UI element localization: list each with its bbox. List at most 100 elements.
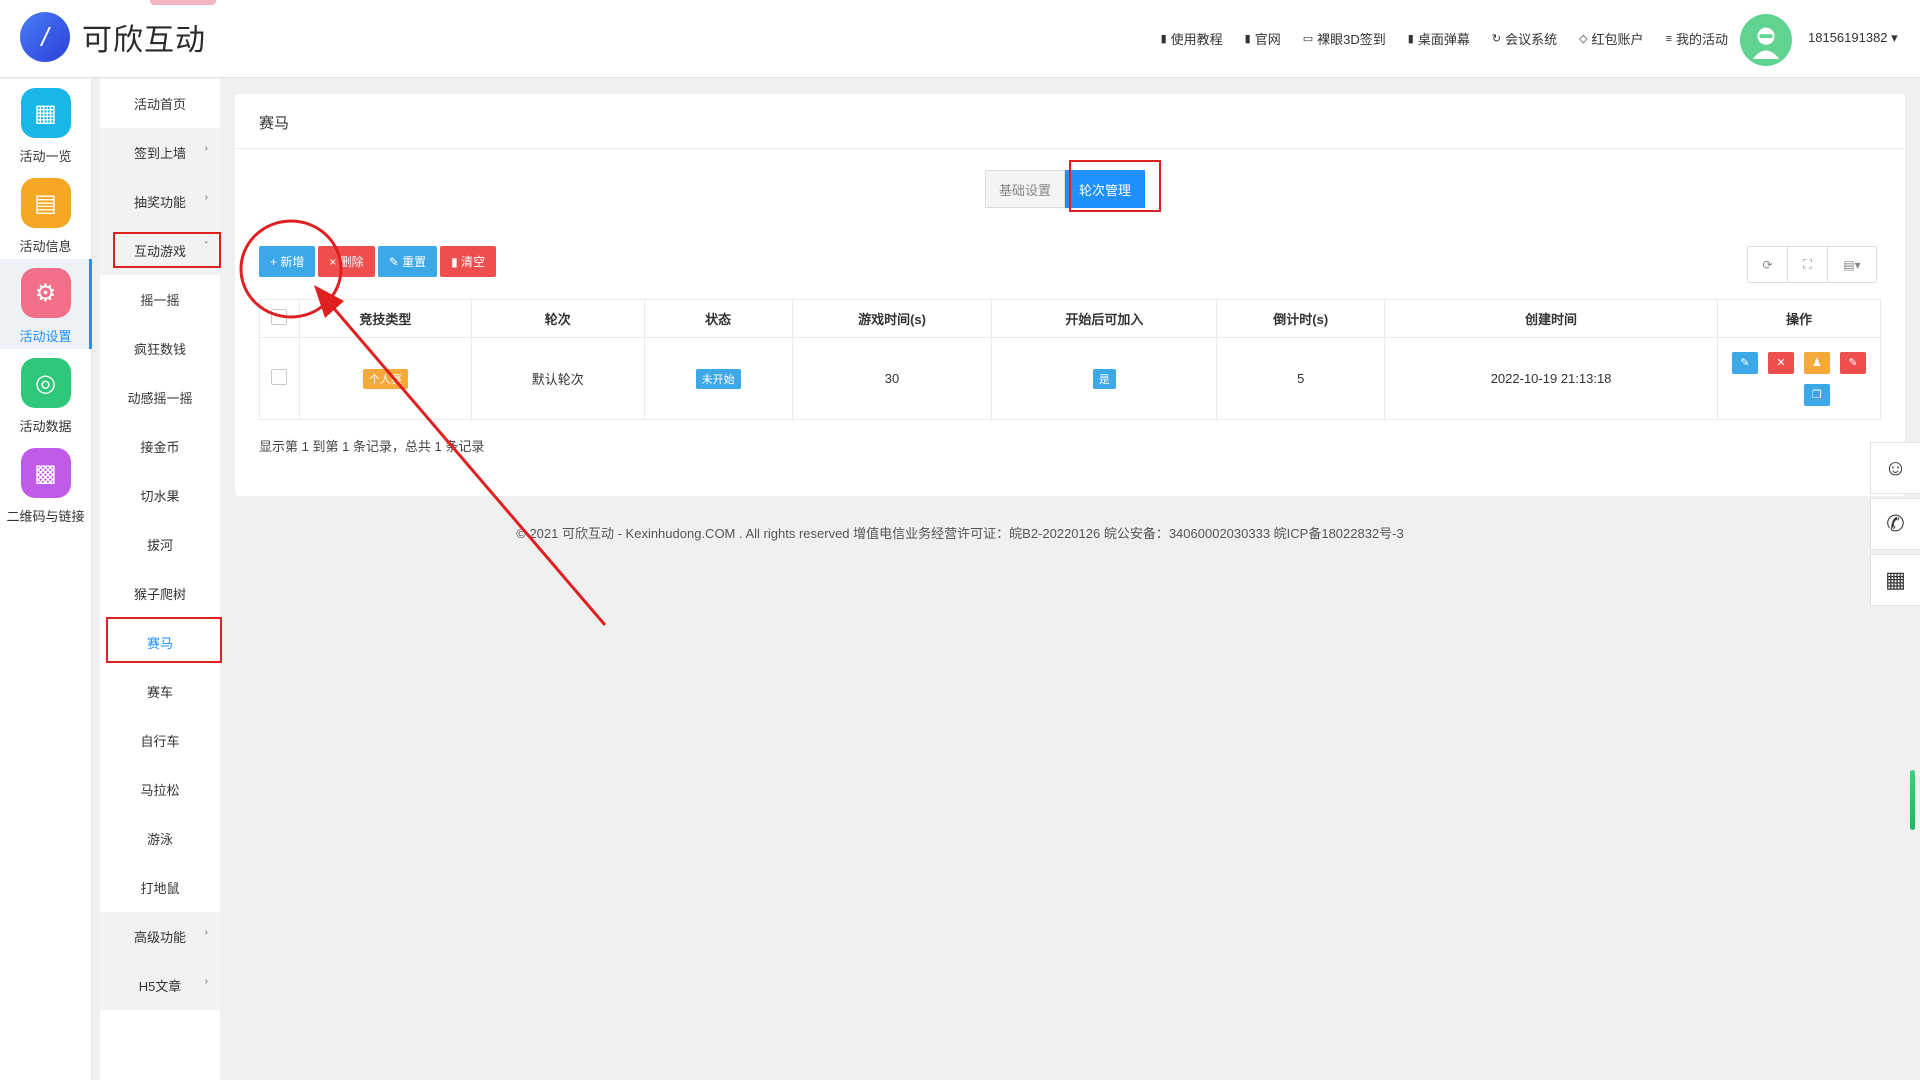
top-bar: / 可欣互动 ▮ 使用教程 ▮ 官网 ▭ 裸眼3D签到 ▮ 桌面弹幕 ↻ 会议系统 ◇ 红包…: [0, 0, 1920, 78]
copy-icon[interactable]: ❐: [1803, 383, 1830, 406]
document-icon: ▮: [1407, 33, 1414, 45]
sub-item-dynamic-shake[interactable]: 动感摇一摇: [100, 373, 220, 422]
row-select-cell: [259, 337, 300, 420]
col-status[interactable]: 状态: [643, 299, 793, 338]
app-title: 可欣互动: [82, 24, 206, 57]
reset-icon[interactable]: ✎: [1839, 351, 1866, 374]
tab-basic-settings[interactable]: 基础设置: [985, 170, 1066, 208]
rounds-table: 竞技类型 轮次 状态 游戏时间(s) 开始后可加入 倒计时(s) 创建时间 操作…: [259, 299, 1882, 420]
settings-tabs: 基础设置 轮次管理: [985, 170, 1146, 208]
sub-item-bicycle[interactable]: 自行车: [100, 716, 220, 765]
select-all-checkbox[interactable]: [271, 309, 288, 325]
gear-icon: ⚙: [20, 268, 71, 318]
sub-item-interactive-games[interactable]: 互动游戏 ˇ: [100, 226, 220, 275]
scrollbar-indicator[interactable]: [1910, 770, 1915, 830]
topnav-my-activity[interactable]: ≡ 我的活动: [1666, 29, 1728, 48]
sub-item-marathon[interactable]: 马拉松: [100, 765, 220, 814]
phone-icon[interactable]: ✆: [1870, 498, 1920, 550]
toolbar: + 新增 × 删除 ✎ 重置 ▮ 清空: [259, 246, 497, 277]
footer: © 2021 可欣互动 - Kexinhudong.COM . All righ…: [516, 526, 1404, 541]
row-checkbox[interactable]: [271, 369, 288, 385]
select-all-cell: [259, 299, 300, 338]
avatar[interactable]: [1740, 14, 1792, 66]
status-badge: 未开始: [695, 368, 741, 389]
sub-item-h5-article[interactable]: H5文章 ›: [100, 961, 220, 1010]
sidebar-item-activity-data[interactable]: ◎ 活动数据: [0, 349, 91, 439]
delete-button[interactable]: × 删除: [318, 246, 375, 277]
sidebar-item-activity-overview[interactable]: ▦ 活动一览: [0, 79, 91, 169]
divider: [235, 148, 1905, 149]
add-button[interactable]: + 新增: [259, 246, 316, 277]
edit-icon[interactable]: ✎: [1731, 351, 1758, 374]
refresh-icon[interactable]: ⟳: [1748, 247, 1788, 282]
sub-item-lottery[interactable]: 抽奖功能 ›: [100, 177, 220, 226]
fullscreen-icon[interactable]: ⛶: [1788, 247, 1828, 282]
chevron-right-icon: ›: [204, 927, 208, 938]
col-round[interactable]: 轮次: [470, 299, 645, 338]
chevron-right-icon: ›: [204, 192, 208, 203]
cell-created: 2022-10-19 21:13:18: [1384, 337, 1718, 420]
list-icon: ≡: [1665, 32, 1672, 45]
cell-type: 个人赛: [298, 337, 472, 420]
topnav-meeting[interactable]: ↻ 会议系统: [1492, 29, 1557, 48]
topnav-redpacket[interactable]: ◇ 红包账户: [1579, 29, 1643, 48]
cell-status: 未开始: [643, 337, 793, 420]
cell-round: 默认轮次: [470, 337, 645, 420]
delete-icon[interactable]: ✕: [1767, 351, 1794, 374]
reset-button[interactable]: ✎ 重置: [377, 246, 438, 277]
database-icon: ◎: [20, 358, 71, 408]
sub-item-home[interactable]: 活动首页: [100, 79, 220, 128]
col-created[interactable]: 创建时间: [1384, 299, 1718, 338]
sub-item-horse-race[interactable]: 赛马: [100, 618, 220, 667]
sub-item-checkin-wall[interactable]: 签到上墙 ›: [100, 128, 220, 177]
sidebar-item-qrcode[interactable]: ▩ 二维码与链接: [0, 439, 91, 529]
cell-game-time: 30: [791, 337, 993, 420]
topnav-website[interactable]: ▮ 官网: [1245, 29, 1281, 48]
col-game-time[interactable]: 游戏时间(s): [791, 299, 993, 338]
sub-item-monkey-climb[interactable]: 猴子爬树: [100, 569, 220, 618]
topnav-3d-checkin[interactable]: ▭ 裸眼3D签到: [1303, 29, 1386, 48]
col-type[interactable]: 竞技类型: [298, 299, 472, 338]
page-title: 赛马: [259, 115, 290, 132]
sub-sidebar: 活动首页 签到上墙 › 抽奖功能 › 互动游戏 ˇ 摇一摇 疯狂数钱 动感摇一摇 接金…: [100, 79, 220, 1080]
logo-tab-decoration: [150, 0, 216, 5]
document-icon: ▮: [1244, 33, 1251, 45]
col-countdown[interactable]: 倒计时(s): [1216, 299, 1386, 338]
clear-button[interactable]: ▮ 清空: [440, 246, 497, 277]
user-icon[interactable]: ♟: [1803, 351, 1830, 374]
topnav-desktop-danmaku[interactable]: ▮ 桌面弹幕: [1408, 29, 1470, 48]
topnav-tutorial[interactable]: ▮ 使用教程: [1161, 29, 1223, 48]
sub-item-cut-fruit[interactable]: 切水果: [100, 471, 220, 520]
col-join-after-start[interactable]: 开始后可加入: [991, 299, 1218, 338]
chevron-down-icon: ˇ: [204, 241, 208, 252]
tab-round-management[interactable]: 轮次管理: [1065, 170, 1146, 208]
logo[interactable]: / 可欣互动: [20, 12, 206, 62]
sidebar-item-activity-settings[interactable]: ⚙ 活动设置: [0, 259, 92, 349]
chevron-right-icon: ›: [204, 976, 208, 987]
document-icon: ▮: [1160, 33, 1167, 45]
qrcode-icon: ▩: [20, 448, 71, 498]
sub-item-count-money[interactable]: 疯狂数钱: [100, 324, 220, 373]
row-actions: ✎ ✕ ♟ ✎ ❐: [1718, 351, 1880, 406]
sub-item-catch-coins[interactable]: 接金币: [100, 422, 220, 471]
qrcode-icon[interactable]: ▦: [1870, 554, 1920, 606]
sub-item-swimming[interactable]: 游泳: [100, 814, 220, 863]
document-icon: ▤: [20, 178, 71, 228]
columns-icon[interactable]: ▤▾: [1828, 247, 1876, 282]
qq-icon[interactable]: ☺: [1870, 442, 1920, 494]
grid-icon: ▦: [20, 88, 71, 138]
type-badge: 个人赛: [362, 368, 408, 389]
top-nav: ▮ 使用教程 ▮ 官网 ▭ 裸眼3D签到 ▮ 桌面弹幕 ↻ 会议系统 ◇ 红包账户 ≡ 我的活…: [1161, 29, 1728, 48]
join-badge: 是: [1092, 368, 1116, 389]
table-tools: ⟳ ⛶ ▤▾: [1747, 246, 1877, 283]
sub-item-advanced[interactable]: 高级功能 ›: [100, 912, 220, 961]
cell-countdown: 5: [1216, 337, 1386, 420]
sidebar-item-activity-info[interactable]: ▤ 活动信息: [0, 169, 91, 259]
pagination-summary: 显示第 1 到第 1 条记录，总共 1 条记录: [259, 439, 485, 454]
user-menu[interactable]: 18156191382 ▾: [1808, 30, 1898, 46]
sub-item-car-race[interactable]: 赛车: [100, 667, 220, 716]
col-actions: 操作: [1716, 299, 1882, 338]
main-panel: 赛马 基础设置 轮次管理 + 新增 × 删除 ✎ 重置 ▮ 清空 ⟳ ⛶ ▤▾ …: [235, 94, 1905, 496]
sub-item-whack-mole[interactable]: 打地鼠: [100, 863, 220, 912]
sub-item-shake[interactable]: 摇一摇: [100, 275, 220, 324]
